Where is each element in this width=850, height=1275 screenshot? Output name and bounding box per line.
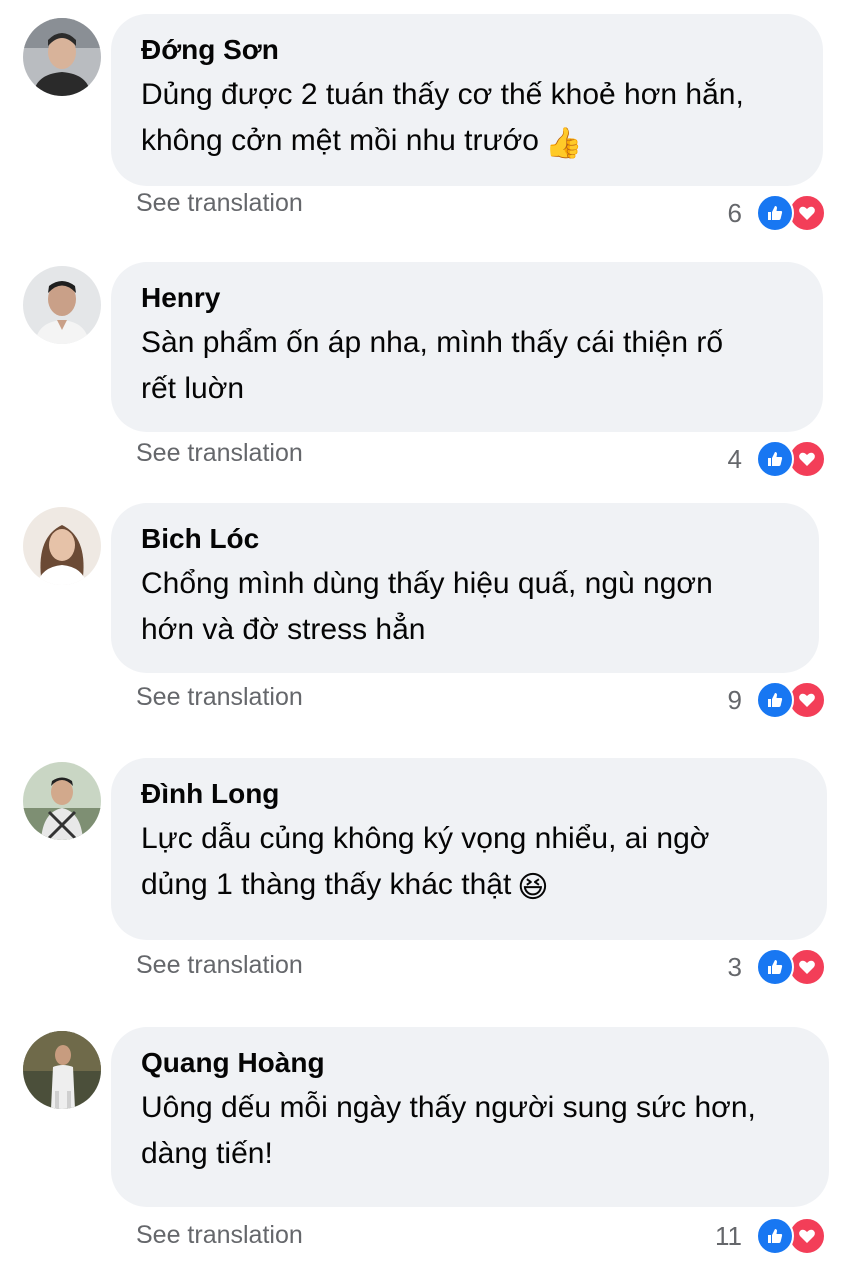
comment-author[interactable]: Đình Long — [141, 776, 803, 812]
like-icon — [756, 1217, 794, 1255]
comment-text: Dủng được 2 tuán thấy cơ thế khoẻ hơn hắ… — [141, 72, 799, 164]
comment-author[interactable]: Bich Lóc — [141, 521, 795, 557]
reactions-summary[interactable]: 11 — [715, 1217, 826, 1255]
thumbs-up-emoji-icon: 👍 — [544, 126, 583, 161]
avatar[interactable] — [23, 762, 101, 840]
comment-text: Uông dếu mỗi ngày thấy người sung sức hơ… — [141, 1085, 805, 1177]
reactions-summary[interactable]: 3 — [728, 948, 826, 986]
comment-author[interactable]: Quang Hoàng — [141, 1045, 805, 1081]
comment-line: không cởn mệt mồi nhu trướo — [141, 124, 539, 157]
like-icon — [756, 194, 794, 232]
comment-line: Uông dếu mỗi ngày thấy người sung sức hơ… — [141, 1091, 756, 1124]
like-icon — [756, 948, 794, 986]
see-translation-link[interactable]: See translation — [136, 683, 303, 712]
comment-bubble: Henry Sàn phẩm ốn áp nha, mình thấy cái … — [111, 262, 823, 432]
reaction-count: 9 — [727, 684, 742, 715]
reactions-summary[interactable]: 9 — [728, 681, 826, 719]
comment-line: dàng tiến! — [141, 1137, 273, 1170]
see-translation-link[interactable]: See translation — [136, 1221, 303, 1250]
like-icon — [756, 681, 794, 719]
like-icon — [756, 440, 794, 478]
comment-line: Chổng mình dùng thấy hiệu quấ, ngù ngơn — [141, 567, 713, 600]
reactions-summary[interactable]: 4 — [728, 440, 826, 478]
reaction-count: 3 — [727, 951, 742, 982]
comment-text: Chổng mình dùng thấy hiệu quấ, ngù ngơn … — [141, 561, 795, 653]
comment-bubble: Quang Hoàng Uông dếu mỗi ngày thấy người… — [111, 1027, 829, 1207]
avatar[interactable] — [23, 1031, 101, 1109]
reactions-summary[interactable]: 6 — [728, 194, 826, 232]
avatar[interactable] — [23, 18, 101, 96]
comment-line: Dủng được 2 tuán thấy cơ thế khoẻ hơn hắ… — [141, 78, 744, 111]
see-translation-link[interactable]: See translation — [136, 951, 303, 980]
laughing-emoji-icon: 😆 — [517, 870, 549, 905]
comment-bubble: Đớng Sơn Dủng được 2 tuán thấy cơ thế kh… — [111, 14, 823, 186]
comment-bubble: Bich Lóc Chổng mình dùng thấy hiệu quấ, … — [111, 503, 819, 673]
comment-line: Sàn phẩm ốn áp nha, mình thấy cái thiện … — [141, 326, 724, 359]
avatar[interactable] — [23, 266, 101, 344]
see-translation-link[interactable]: See translation — [136, 189, 303, 218]
comment-line: rết luờn — [141, 372, 245, 405]
comment-text: Lực dẫu củng không ký vọng nhiểu, ai ngờ… — [141, 816, 803, 908]
comment-bubble: Đình Long Lực dẫu củng không ký vọng nhi… — [111, 758, 827, 940]
comment-line: dủng 1 thàng thấy khác thật — [141, 868, 512, 901]
avatar[interactable] — [23, 507, 101, 585]
reaction-count: 11 — [715, 1220, 742, 1251]
comment-line: Lực dẫu củng không ký vọng nhiểu, ai ngờ — [141, 822, 710, 855]
reaction-count: 4 — [727, 443, 742, 474]
comment-text: Sàn phẩm ốn áp nha, mình thấy cái thiện … — [141, 320, 799, 412]
see-translation-link[interactable]: See translation — [136, 439, 303, 468]
reaction-count: 6 — [727, 197, 742, 228]
comment-author[interactable]: Đớng Sơn — [141, 32, 799, 68]
comment-author[interactable]: Henry — [141, 280, 799, 316]
comment-line: hớn và đờ stress hẳn — [141, 613, 426, 646]
